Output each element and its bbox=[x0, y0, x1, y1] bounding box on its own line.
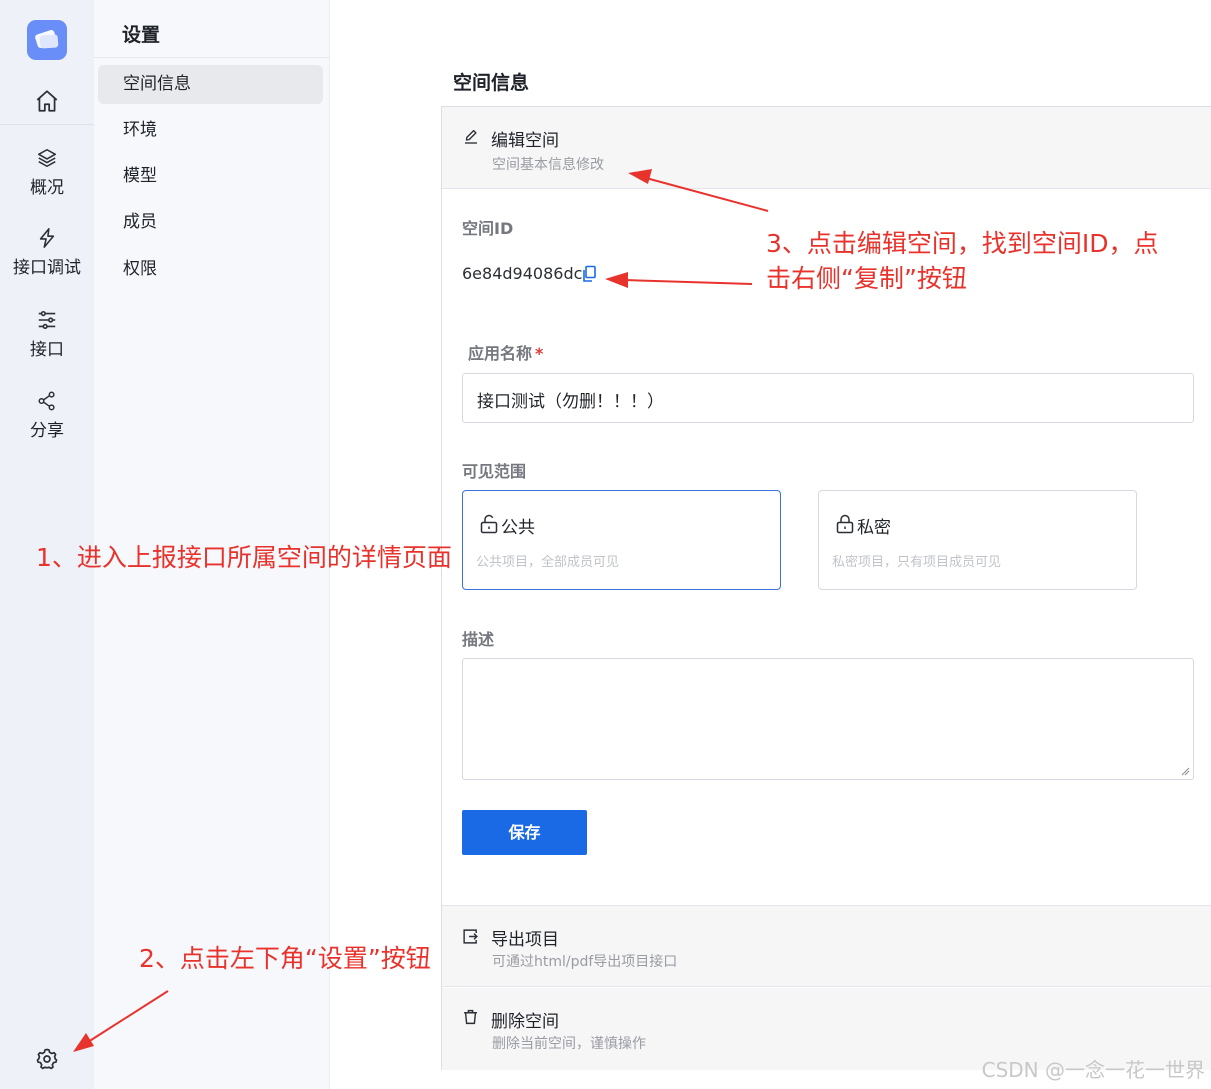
rail-item-label: 接口 bbox=[30, 340, 64, 360]
unlock-icon bbox=[480, 514, 498, 534]
edit-space-header[interactable]: 编辑空间 空间基本信息修改 bbox=[442, 107, 1211, 189]
app-name-label: 应用名称 * bbox=[468, 344, 544, 363]
delete-space-desc: 删除当前空间，谨慎操作 bbox=[492, 1036, 646, 1052]
visibility-public-title: 公共 bbox=[501, 518, 535, 538]
app-name-value: 接口测试（勿删！！！） bbox=[477, 392, 664, 412]
rail-item-label: 接口调试 bbox=[13, 258, 81, 278]
visibility-private-desc: 私密项目，只有项目成员可见 bbox=[832, 555, 1002, 570]
copy-icon[interactable] bbox=[581, 265, 597, 283]
settings-nav-title: 设置 bbox=[122, 24, 161, 46]
app-name-input[interactable]: 接口测试（勿删！！！） bbox=[462, 373, 1194, 423]
gear-icon bbox=[36, 1048, 58, 1070]
rail-item-label: 分享 bbox=[30, 421, 64, 441]
annotation-step1: 1、进入上报接口所属空间的详情页面 bbox=[36, 543, 452, 572]
delete-space-title: 删除空间 bbox=[491, 1012, 559, 1032]
pencil-icon bbox=[465, 129, 477, 144]
edit-space-desc: 空间基本信息修改 bbox=[492, 157, 604, 173]
app-logo[interactable] bbox=[27, 20, 67, 60]
settings-nav-item-permissions[interactable]: 权限 bbox=[98, 250, 323, 289]
resize-handle-icon[interactable] bbox=[1181, 767, 1190, 776]
home-icon bbox=[36, 90, 58, 112]
rail-item-debug[interactable]: 接口调试 bbox=[0, 227, 94, 278]
divider bbox=[94, 57, 330, 58]
rail-item-share[interactable]: 分享 bbox=[0, 390, 94, 441]
sliders-icon bbox=[38, 310, 56, 330]
description-textarea[interactable] bbox=[462, 658, 1194, 780]
rail-item-overview[interactable]: 概况 bbox=[0, 147, 94, 198]
layers-icon bbox=[37, 148, 57, 168]
settings-nav-item-space-info[interactable]: 空间信息 bbox=[98, 65, 323, 104]
trash-icon bbox=[464, 1009, 477, 1025]
lock-icon bbox=[836, 514, 854, 534]
export-project-section[interactable]: 导出项目 可通过html/pdf导出项目接口 bbox=[442, 905, 1211, 987]
export-project-desc: 可通过html/pdf导出项目接口 bbox=[492, 954, 678, 970]
visibility-public-option[interactable]: 公共 公共项目，全部成员可见 bbox=[462, 490, 781, 590]
export-icon bbox=[463, 929, 478, 944]
rail-item-api[interactable]: 接口 bbox=[0, 309, 94, 360]
page-title: 空间信息 bbox=[453, 72, 530, 94]
settings-nav-item-members[interactable]: 成员 bbox=[98, 203, 323, 242]
export-project-title: 导出项目 bbox=[491, 930, 559, 950]
visibility-private-option[interactable]: 私密 私密项目，只有项目成员可见 bbox=[818, 490, 1137, 590]
share-icon bbox=[38, 391, 55, 411]
visibility-private-title: 私密 bbox=[857, 518, 891, 538]
visibility-public-desc: 公共项目，全部成员可见 bbox=[476, 555, 620, 570]
save-button[interactable]: 保存 bbox=[462, 810, 587, 855]
rail-settings-button[interactable] bbox=[0, 1047, 94, 1075]
annotation-step3-line1: 3、点击编辑空间，找到空间ID，点 bbox=[766, 229, 1159, 258]
watermark: CSDN @一念一花一世界 bbox=[981, 1058, 1205, 1082]
required-mark: * bbox=[535, 344, 544, 363]
visibility-label: 可见范围 bbox=[462, 462, 527, 481]
edit-space-title: 编辑空间 bbox=[491, 131, 559, 151]
settings-nav-item-environment[interactable]: 环境 bbox=[98, 111, 323, 150]
description-label: 描述 bbox=[462, 630, 495, 649]
rail-item-label: 概况 bbox=[30, 178, 64, 198]
rail-home[interactable] bbox=[0, 88, 94, 118]
rail-divider bbox=[0, 124, 94, 125]
space-id-value: 6e84d94086dc bbox=[462, 264, 583, 283]
annotation-step3-line2: 击右侧“复制”按钮 bbox=[766, 264, 967, 293]
settings-nav-item-model[interactable]: 模型 bbox=[98, 157, 323, 196]
lightning-icon bbox=[39, 228, 55, 248]
annotation-step2: 2、点击左下角“设置”按钮 bbox=[139, 944, 431, 973]
space-id-label: 空间ID bbox=[462, 219, 514, 238]
